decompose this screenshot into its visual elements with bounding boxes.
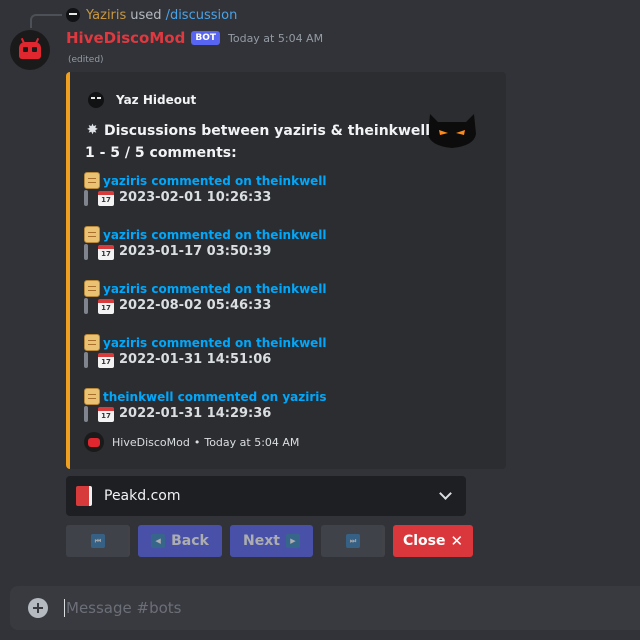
- message-input-placeholder[interactable]: Message #bots: [66, 599, 181, 617]
- quote-bar: [84, 298, 88, 314]
- comment-count: 1 - 5 / 5 comments:: [85, 145, 237, 161]
- last-page-icon: ⏭: [346, 534, 360, 548]
- close-label: Close: [402, 533, 446, 549]
- back-label: Back: [171, 533, 209, 549]
- bot-tag: BOT: [191, 31, 220, 45]
- embed-author-name: Yaz Hideout: [116, 93, 197, 107]
- message-header: HiveDiscoMod BOT Today at 5:04 AM: [66, 28, 323, 48]
- quote-bar: [84, 352, 88, 368]
- chevron-down-icon[interactable]: [439, 487, 452, 500]
- red-book-icon: [76, 486, 92, 506]
- comment-link[interactable]: yaziris commented on theinkwell: [103, 174, 327, 188]
- last-page-button[interactable]: ⏭: [321, 525, 385, 557]
- scroll-icon: [84, 334, 100, 351]
- comment-link[interactable]: yaziris commented on theinkwell: [103, 282, 327, 296]
- quote-bar: [84, 244, 88, 260]
- command-used-text: used: [130, 7, 162, 23]
- first-page-icon: ⏮: [91, 534, 105, 548]
- comment-date: 2022-01-31 14:51:06: [119, 352, 272, 367]
- list-item: yaziris commented on theinkwell 17 2023-…: [84, 226, 414, 266]
- comment-link[interactable]: yaziris commented on theinkwell: [103, 228, 327, 242]
- back-arrow-icon: ◀: [151, 534, 166, 548]
- calendar-icon: 17: [98, 407, 114, 422]
- message-timestamp: Today at 5:04 AM: [228, 31, 324, 45]
- collision-burst-icon: ✸: [86, 122, 99, 138]
- next-label: Next: [243, 533, 280, 549]
- embed-title: ✸ Discussions between yaziris & theinkwe…: [84, 122, 430, 139]
- command-name[interactable]: /discussion: [166, 8, 238, 23]
- embed-author-icon: [88, 92, 104, 108]
- site-select-menu[interactable]: Peakd.com: [66, 476, 466, 516]
- footer-bot-icon: [84, 432, 104, 452]
- mask-thumbnail-icon[interactable]: [426, 110, 478, 150]
- calendar-icon: 17: [98, 353, 114, 368]
- scroll-icon: [84, 388, 100, 405]
- comment-link[interactable]: theinkwell commented on yaziris: [103, 390, 327, 404]
- command-user[interactable]: Yaziris: [86, 8, 126, 23]
- embed-card: Yaz Hideout ✸ Discussions between yaziri…: [66, 72, 506, 469]
- embed-author: Yaz Hideout: [88, 92, 196, 108]
- comment-date: 2022-01-31 14:29:36: [119, 406, 272, 421]
- back-button[interactable]: ◀ Back: [138, 525, 222, 557]
- scroll-icon: [84, 226, 100, 243]
- embed-footer: HiveDiscoMod • Today at 5:04 AM: [84, 432, 299, 452]
- comment-date: 2023-02-01 10:26:33: [119, 190, 272, 205]
- add-attachment-icon[interactable]: [28, 598, 48, 618]
- calendar-icon: 17: [98, 299, 114, 314]
- user-avatar-mini[interactable]: [66, 8, 80, 22]
- list-item: yaziris commented on theinkwell 17 2023-…: [84, 172, 414, 212]
- bot-avatar[interactable]: [10, 30, 50, 70]
- footer-time: Today at 5:04 AM: [204, 435, 300, 449]
- list-item: yaziris commented on theinkwell 17 2022-…: [84, 280, 414, 320]
- comment-link[interactable]: yaziris commented on theinkwell: [103, 336, 327, 350]
- message-composer[interactable]: Message #bots: [10, 586, 640, 630]
- close-button[interactable]: Close ✕: [393, 525, 473, 557]
- command-invocation: Yaziris used /discussion: [66, 6, 237, 24]
- reply-spine: [30, 14, 62, 28]
- calendar-icon: 17: [98, 191, 114, 206]
- next-arrow-icon: ▶: [285, 534, 300, 548]
- comment-date: 2023-01-17 03:50:39: [119, 244, 272, 259]
- list-item: theinkwell commented on yaziris 17 2022-…: [84, 388, 414, 428]
- calendar-icon: 17: [98, 245, 114, 260]
- scroll-icon: [84, 280, 100, 297]
- scroll-icon: [84, 172, 100, 189]
- footer-name: HiveDiscoMod: [112, 435, 190, 449]
- quote-bar: [84, 406, 88, 422]
- list-item: yaziris commented on theinkwell 17 2022-…: [84, 334, 414, 374]
- edited-label: (edited): [68, 55, 104, 65]
- next-button[interactable]: Next ▶: [230, 525, 313, 557]
- quote-bar: [84, 190, 88, 206]
- close-icon: ✕: [450, 532, 464, 550]
- text-caret: [64, 599, 65, 617]
- footer-separator: •: [193, 435, 201, 449]
- first-page-button[interactable]: ⏮: [66, 525, 130, 557]
- select-value: Peakd.com: [104, 488, 181, 504]
- comment-date: 2022-08-02 05:46:33: [119, 298, 272, 313]
- embed-title-text: Discussions between yaziris & theinkwell: [104, 122, 431, 139]
- author-name[interactable]: HiveDiscoMod: [66, 29, 185, 47]
